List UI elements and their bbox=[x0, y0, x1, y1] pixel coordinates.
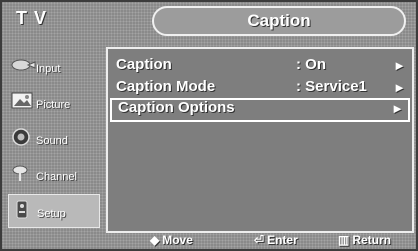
hint-move: ◆ Move bbox=[150, 233, 193, 247]
menu-title: Caption bbox=[152, 6, 406, 36]
chevron-right-icon: ► bbox=[391, 101, 404, 116]
hint-return: ▥ Return bbox=[338, 233, 391, 247]
enter-icon: ⏎ bbox=[254, 233, 265, 247]
sidebar-item-setup[interactable]: Setup bbox=[8, 194, 100, 228]
sidebar-item-label: Sound bbox=[36, 135, 68, 147]
return-icon: ▥ bbox=[338, 233, 350, 247]
menu-item-caption-options[interactable]: Caption Options ► bbox=[110, 98, 410, 122]
menu-item-value: : On bbox=[296, 56, 326, 73]
sidebar-item-channel[interactable]: Channel bbox=[8, 158, 100, 192]
menu-item-value: : Service1 bbox=[296, 78, 367, 95]
picture-icon bbox=[11, 92, 33, 109]
sidebar-item-label: Input bbox=[36, 63, 61, 75]
sidebar-item-label: Picture bbox=[36, 99, 71, 111]
hint-label: Move bbox=[162, 233, 193, 247]
channel-icon bbox=[12, 165, 28, 181]
sound-icon bbox=[12, 128, 30, 146]
footer-hints: ◆ Move ⏎ Enter ▥ Return bbox=[106, 233, 416, 249]
chevron-right-icon: ► bbox=[393, 80, 406, 95]
sidebar-item-sound[interactable]: Sound bbox=[8, 122, 100, 156]
sidebar-item-label: Channel bbox=[36, 171, 77, 183]
hint-label: Return bbox=[352, 233, 392, 247]
move-arrows-icon: ◆ bbox=[150, 233, 160, 247]
caption-menu-panel: Caption : On ► Caption Mode : Service1 ►… bbox=[106, 47, 414, 233]
menu-item-caption[interactable]: Caption : On ► bbox=[110, 55, 410, 79]
setup-icon bbox=[16, 200, 28, 219]
header: TV Caption bbox=[2, 2, 416, 44]
menu-item-label: Caption Options bbox=[118, 99, 235, 116]
sidebar-item-label: Setup bbox=[37, 208, 66, 220]
sidebar-item-input[interactable]: Input bbox=[8, 50, 100, 84]
sidebar-item-picture[interactable]: Picture bbox=[8, 86, 100, 120]
app-title: TV bbox=[16, 8, 54, 28]
chevron-right-icon: ► bbox=[393, 58, 406, 73]
tv-osd-screen: TV Caption Input Picture Sound Channel S… bbox=[0, 0, 418, 251]
menu-item-label: Caption bbox=[116, 56, 172, 73]
hint-enter: ⏎ Enter bbox=[254, 233, 298, 247]
hint-label: Enter bbox=[267, 233, 298, 247]
input-icon bbox=[11, 59, 36, 71]
menu-item-label: Caption Mode bbox=[116, 78, 216, 95]
sidebar: Input Picture Sound Channel Setup bbox=[2, 44, 104, 234]
